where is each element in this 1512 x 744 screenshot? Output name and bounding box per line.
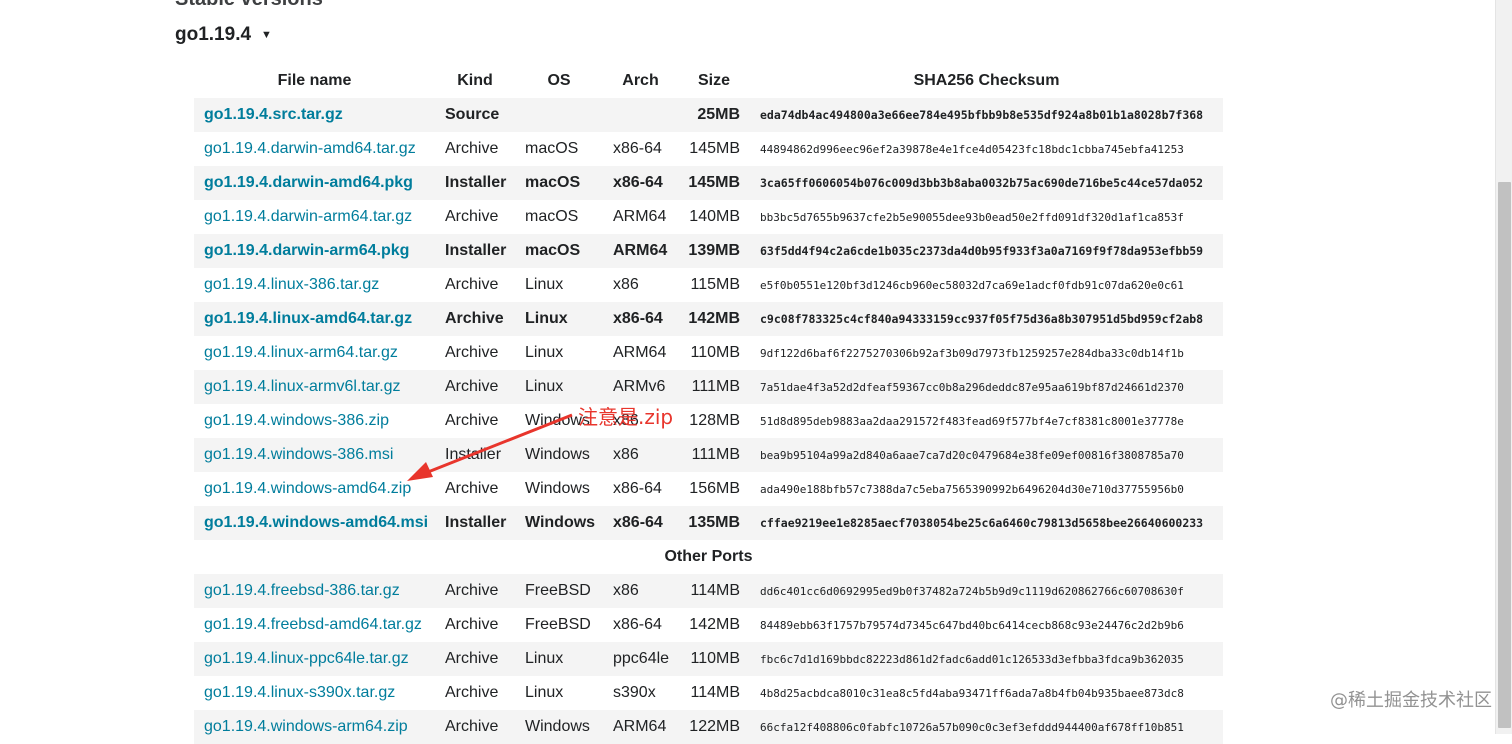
arrow-shaft [427,413,573,474]
red-arrow-annotation [407,413,573,481]
arrow-head [407,462,433,481]
annotation-note: 注意是.zip [578,405,674,429]
